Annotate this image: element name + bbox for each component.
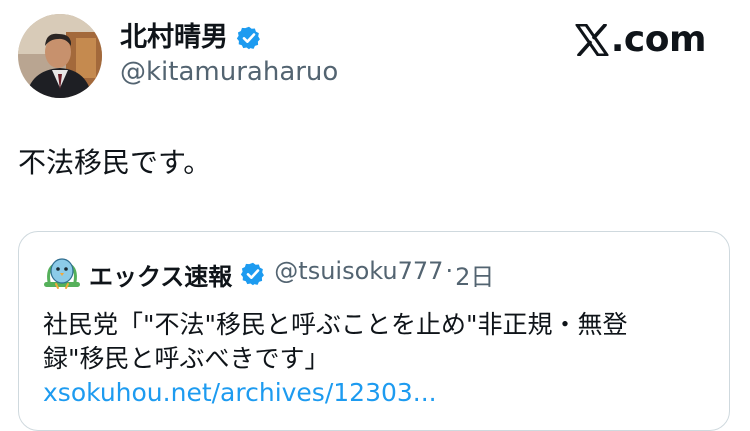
quoted-timestamp[interactable]: 2日 — [455, 257, 494, 292]
quoted-meta: @tsuisoku777 · 2日 — [274, 257, 494, 292]
quoted-verified-badge-icon — [241, 262, 265, 286]
author-display-name[interactable]: 北村晴男 — [120, 22, 228, 54]
quoted-tweet-header: エックス速報 @tsuisoku777 · 2日 — [43, 254, 494, 294]
quoted-display-name[interactable]: エックス速報 — [89, 257, 232, 292]
verified-badge-icon — [236, 26, 260, 50]
author-name-row: 北村晴男 — [120, 22, 262, 54]
quoted-author-avatar[interactable] — [43, 257, 81, 291]
author-handle[interactable]: @kitamuraharuo — [120, 56, 338, 88]
x-logo-icon — [575, 24, 609, 56]
tweet-text: 不法移民です。 — [18, 146, 212, 179]
quoted-text: 社民党「"不法"移民と呼ぶことを止め"非正規・無登録"移民と呼ぶべきです」 — [43, 310, 628, 373]
author-avatar-image — [18, 14, 102, 98]
author-avatar[interactable] — [18, 14, 102, 98]
brand-domain: .com — [610, 19, 707, 60]
quoted-tweet-card[interactable]: エックス速報 @tsuisoku777 · 2日 社民党「"不法"移民と呼ぶこと… — [18, 231, 730, 431]
quoted-tweet-text: 社民党「"不法"移民と呼ぶことを止め"非正規・無登録"移民と呼ぶべきです」 xso… — [43, 308, 683, 410]
quoted-handle[interactable]: @tsuisoku777 — [274, 257, 443, 292]
quoted-link[interactable]: xsokuhou.net/archives/12303... — [43, 378, 437, 407]
meta-separator: · — [445, 256, 454, 285]
x-com-brand: .com — [575, 18, 707, 62]
